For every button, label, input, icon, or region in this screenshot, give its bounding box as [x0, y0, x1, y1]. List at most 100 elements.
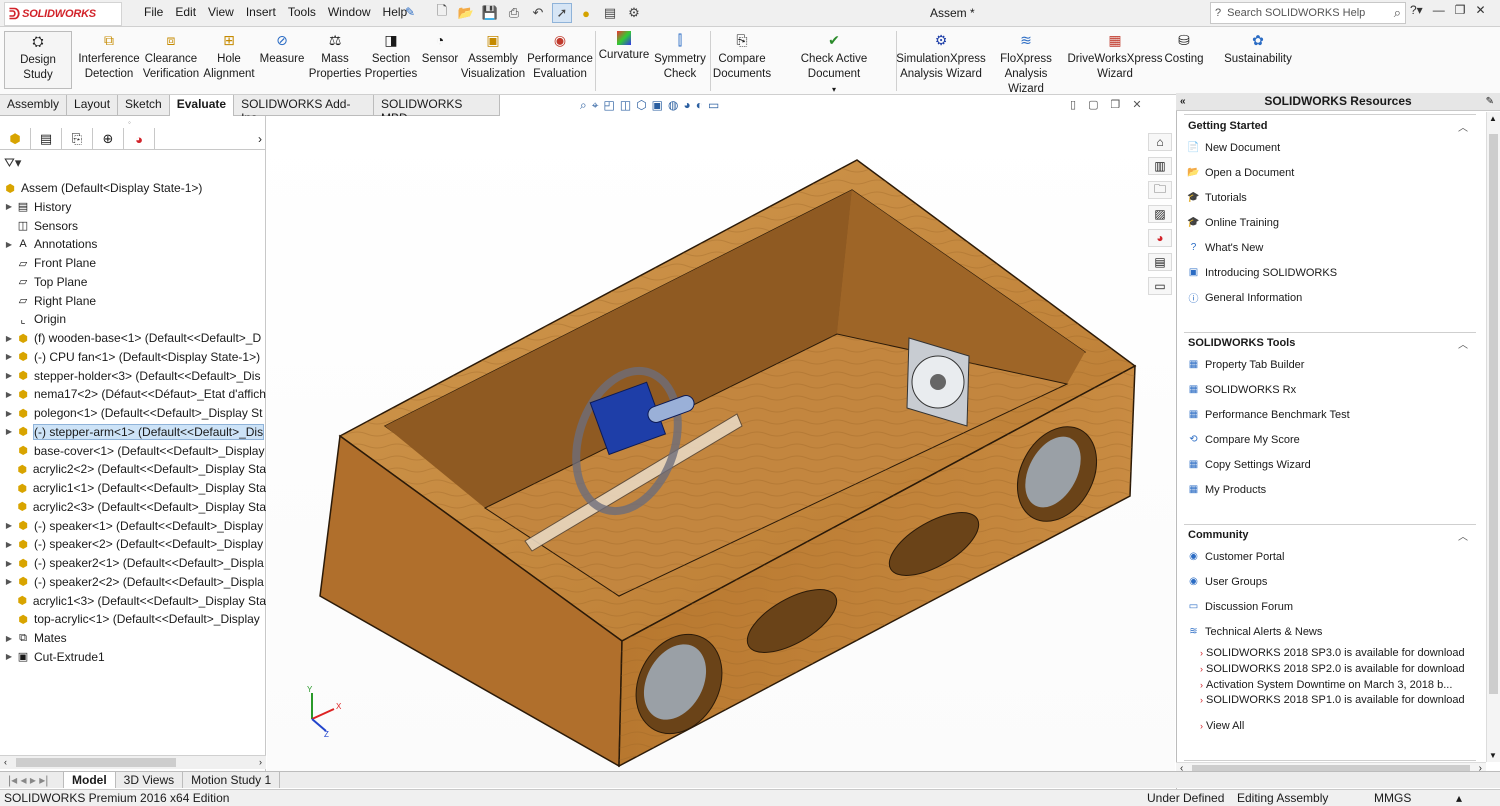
unit-system[interactable]: MMGS: [1374, 790, 1411, 806]
file-explorer-icon[interactable]: 🗀: [1148, 181, 1172, 199]
resource-link[interactable]: ▦ Performance Benchmark Test: [1186, 408, 1350, 421]
viewport-restore-icon[interactable]: ❐: [1110, 98, 1120, 111]
tree-node[interactable]: ⌞ Origin: [0, 310, 266, 328]
scroll-left-icon[interactable]: ‹: [4, 757, 7, 767]
sensor-button[interactable]: ◔ Sensor: [420, 31, 460, 67]
tree-node[interactable]: ▶ ⧉ Mates: [0, 629, 266, 647]
tree-node[interactable]: ◫ Sensors: [0, 217, 266, 235]
previous-view-icon[interactable]: ◰: [604, 98, 615, 113]
tree-node[interactable]: ▶ A Annotations: [0, 235, 266, 253]
resource-link[interactable]: ▦ Copy Settings Wizard: [1186, 458, 1311, 471]
collapse-chevron-icon[interactable]: ︿: [1458, 119, 1468, 134]
solidworks-logo[interactable]: ᕲ SOLIDWORKS: [4, 2, 122, 26]
panel-grip-icon[interactable]: ◦: [128, 118, 131, 127]
help-menu-icon[interactable]: ?▾: [1410, 3, 1423, 17]
resource-link[interactable]: ≋ Technical Alerts & News: [1186, 625, 1322, 638]
tree-node[interactable]: ⬢ Assem (Default<Display State-1>): [0, 179, 266, 197]
tree-node[interactable]: ▶ ⬢ stepper-holder<3> (Default<<Default>_D…: [0, 367, 266, 385]
configuration-manager-tab-icon[interactable]: ⎘: [62, 128, 93, 150]
expand-arrow-icon[interactable]: ▶: [3, 634, 15, 643]
restore-icon[interactable]: ❐: [1455, 3, 1466, 17]
expand-arrow-icon[interactable]: ▶: [3, 577, 15, 586]
close-icon[interactable]: ✕: [1475, 3, 1485, 17]
tab-layout[interactable]: Layout: [67, 95, 119, 116]
tree-node[interactable]: ⬢ base-cover<1> (Default<<Default>_Displa…: [0, 442, 266, 460]
expand-arrow-icon[interactable]: ▶: [3, 559, 15, 568]
scroll-thumb[interactable]: [16, 758, 176, 767]
resource-link[interactable]: ◉ Customer Portal: [1186, 550, 1284, 563]
section-properties-button[interactable]: ◨ Section Properties: [364, 31, 418, 82]
resources-scroll-thumb[interactable]: [1489, 134, 1498, 694]
chevron-right-icon[interactable]: ›: [258, 128, 266, 149]
menu-tools[interactable]: Tools: [282, 5, 322, 19]
scroll-down-icon[interactable]: ▼: [1489, 751, 1497, 760]
assembly-visualization-button[interactable]: ▣ Assembly Visualization: [460, 31, 526, 82]
zoom-to-fit-icon[interactable]: ⌕: [580, 98, 587, 113]
tree-node[interactable]: ⬢ top-acrylic<1> (Default<<Default>_Displ…: [0, 610, 266, 628]
sustainability-button[interactable]: ✿ Sustainability: [1222, 31, 1294, 67]
scroll-up-icon[interactable]: ▲: [1489, 114, 1497, 123]
expand-arrow-icon[interactable]: ▶: [3, 540, 15, 549]
resource-link[interactable]: 🎓 Online Training: [1186, 216, 1279, 229]
collapse-pane-icon[interactable]: «: [1180, 93, 1186, 110]
tab-mbd[interactable]: SOLIDWORKS MBD: [374, 95, 500, 125]
resource-link[interactable]: ⓘ General Information: [1186, 291, 1303, 306]
resource-link[interactable]: ▦ My Products: [1186, 483, 1266, 496]
tab-sketch[interactable]: Sketch: [118, 95, 170, 116]
symmetry-check-button[interactable]: ⫿ Symmetry Check: [652, 31, 708, 82]
forum-icon[interactable]: ▭: [1148, 277, 1172, 295]
tree-node[interactable]: ⬢ acrylic2<2> (Default<<Default>_Display …: [0, 460, 266, 478]
filter-icon[interactable]: ⛛▾: [4, 155, 21, 171]
viewport-maximize-icon[interactable]: ▢: [1088, 98, 1098, 111]
tree-node[interactable]: ⬢ acrylic1<3> (Default<<Default>_Display …: [0, 592, 266, 610]
clearance-verification-button[interactable]: ⧈ Clearance Verification: [142, 31, 200, 82]
resource-link[interactable]: ▭ Discussion Forum: [1186, 600, 1293, 613]
scroll-right-icon[interactable]: ›: [259, 757, 262, 767]
expand-arrow-icon[interactable]: ▶: [3, 240, 15, 249]
news-link[interactable]: › Activation System Downtime on March 3, …: [1200, 679, 1452, 691]
tree-horizontal-scrollbar[interactable]: ‹ ›: [0, 755, 266, 769]
tab-assembly[interactable]: Assembly: [0, 95, 68, 116]
resource-link[interactable]: ▦ SOLIDWORKS Rx: [1186, 383, 1296, 396]
hole-alignment-button[interactable]: ⊞ Hole Alignment: [202, 31, 256, 82]
design-library-icon[interactable]: ▥: [1148, 157, 1172, 175]
interference-detection-button[interactable]: ⧉ Interference Detection: [78, 31, 140, 82]
resource-link[interactable]: 📂 Open a Document: [1186, 166, 1294, 179]
tree-node[interactable]: ▱ Front Plane: [0, 254, 266, 272]
tab-navigation-arrows-icon[interactable]: |◂ ◂ ▸ ▸|: [0, 772, 64, 788]
tree-node[interactable]: ▶ ⬢ (-) CPU fan<1> (Default<Display State-…: [0, 348, 266, 366]
news-link[interactable]: › SOLIDWORKS 2018 SP2.0 is available for …: [1200, 663, 1465, 675]
resource-link[interactable]: 📄 New Document: [1186, 141, 1280, 154]
view-palette-icon[interactable]: ▨: [1148, 205, 1172, 223]
curvature-button[interactable]: Curvature: [598, 31, 650, 63]
resources-vertical-scrollbar[interactable]: ▲ ▼: [1486, 112, 1500, 762]
driveworksxpress-button[interactable]: ▦ DriveWorksXpress Wizard: [1068, 31, 1163, 82]
view-settings-icon[interactable]: ▭: [708, 98, 719, 113]
menu-file[interactable]: File: [138, 5, 169, 19]
costing-button[interactable]: ⛁ Costing: [1164, 31, 1204, 67]
chevron-down-icon[interactable]: ▾: [832, 82, 836, 97]
tab-motion-study[interactable]: Motion Study 1: [183, 772, 281, 788]
menu-insert[interactable]: Insert: [240, 5, 282, 19]
expand-arrow-icon[interactable]: ▶: [3, 334, 15, 343]
expand-arrow-icon[interactable]: ▶: [3, 371, 15, 380]
custom-properties-icon[interactable]: ▤: [1148, 253, 1172, 271]
tree-node[interactable]: ▶ ⬢ (-) stepper-arm<1> (Default<<Default>_…: [0, 423, 266, 441]
resource-link[interactable]: ▦ Property Tab Builder: [1186, 358, 1305, 371]
hide-show-icon[interactable]: ◍: [668, 98, 678, 113]
resource-link[interactable]: ? What's New: [1186, 241, 1264, 254]
tree-node[interactable]: ▶ ⬢ polegon<1> (Default<<Default>_Display …: [0, 404, 266, 422]
pin-pane-icon[interactable]: ✎: [1486, 93, 1494, 110]
viewport-tile-icon[interactable]: ▯: [1070, 98, 1076, 111]
status-options-icon[interactable]: ▴: [1456, 790, 1462, 806]
expand-arrow-icon[interactable]: ▶: [3, 390, 15, 399]
zoom-area-icon[interactable]: ⌖: [592, 98, 599, 113]
resource-link[interactable]: ▣ Introducing SOLIDWORKS: [1186, 266, 1337, 279]
tab-addins[interactable]: SOLIDWORKS Add-Ins: [234, 95, 375, 125]
tree-node[interactable]: ▱ Right Plane: [0, 292, 266, 310]
design-study-button[interactable]: ⛭ Design Study: [4, 31, 72, 89]
performance-evaluation-button[interactable]: ◉ Performance Evaluation: [527, 31, 593, 82]
graphics-viewport[interactable]: [267, 116, 1175, 771]
new-document-icon[interactable]: 🗋: [432, 3, 452, 23]
collapse-chevron-icon[interactable]: ︿: [1458, 336, 1468, 351]
